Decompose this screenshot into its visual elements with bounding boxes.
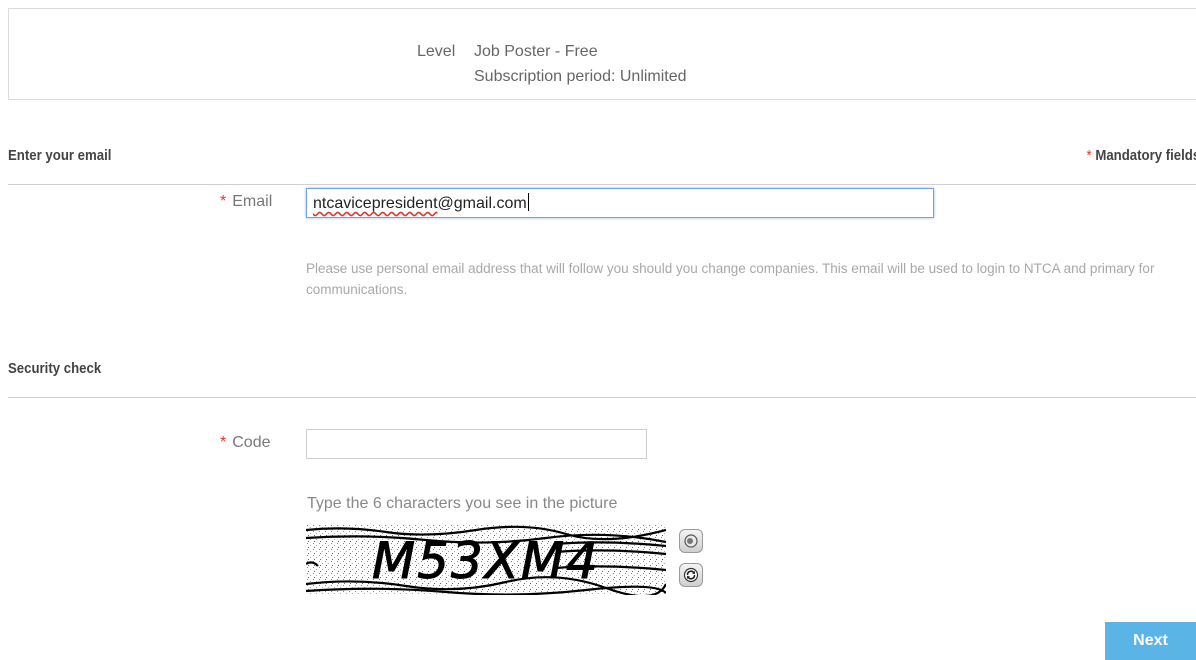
subscription-level-panel: Level Job Poster - Free Subscription per…	[8, 8, 1196, 100]
required-star: *	[220, 434, 227, 451]
speaker-icon	[684, 534, 698, 548]
code-field-label: * Code	[220, 434, 270, 452]
captcha-refresh-button[interactable]	[679, 563, 703, 587]
text-caret	[527, 193, 529, 211]
email-field-label: * Email	[220, 193, 272, 211]
email-label-text: Email	[232, 193, 273, 210]
mandatory-fields-label: Mandatory fields	[1095, 147, 1196, 164]
level-value: Job Poster - Free Subscription period: U…	[474, 39, 687, 89]
level-plan: Job Poster - Free	[474, 43, 598, 60]
email-domain-part: @gmail.com	[437, 195, 527, 212]
security-section-title: Security check	[8, 360, 102, 377]
captcha-text: M53XM4	[372, 532, 600, 590]
security-section-divider	[8, 397, 1196, 398]
registration-form-page: Level Job Poster - Free Subscription per…	[0, 0, 1196, 660]
email-field-value[interactable]: ntcavicepresident@gmail.com	[313, 193, 529, 213]
required-star: *	[1086, 147, 1092, 164]
required-star: *	[220, 193, 227, 210]
captcha-image: M53XM4	[306, 524, 666, 595]
captcha-instruction: Type the 6 characters you see in the pic…	[307, 495, 618, 512]
refresh-icon	[683, 567, 699, 583]
next-button[interactable]: Next	[1105, 622, 1196, 660]
email-section-divider	[8, 184, 1196, 185]
subscription-period: Subscription period: Unlimited	[474, 68, 687, 85]
email-section-title: Enter your email	[8, 147, 112, 164]
code-label-text: Code	[232, 434, 271, 451]
level-label: Level	[417, 43, 456, 60]
captcha-code-input[interactable]	[306, 429, 647, 459]
mandatory-fields-note: * Mandatory fields	[1086, 147, 1196, 164]
email-misspelled-part: ntcavicepresident	[313, 195, 438, 212]
email-hint: Please use personal email address that w…	[306, 261, 1155, 297]
captcha-audio-button[interactable]	[679, 529, 703, 553]
